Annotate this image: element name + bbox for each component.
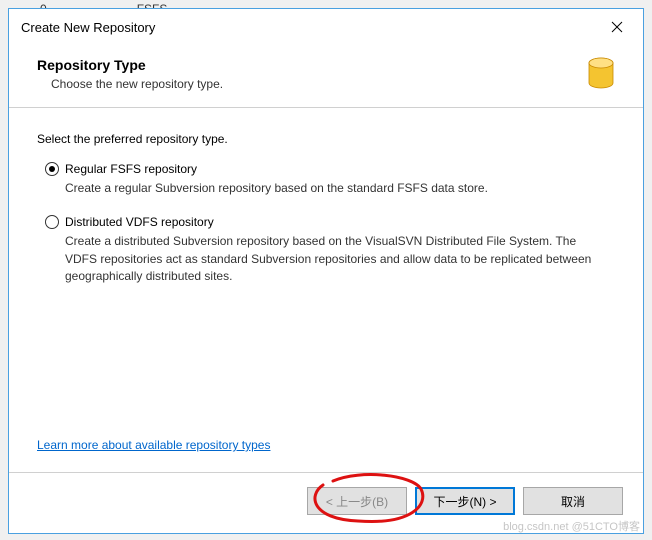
database-icon <box>587 57 615 91</box>
radio-label-vdfs: Distributed VDFS repository <box>65 215 214 229</box>
titlebar: Create New Repository <box>9 9 643 45</box>
radio-fsfs[interactable] <box>45 162 59 176</box>
close-icon <box>611 21 623 33</box>
radio-label-fsfs: Regular FSFS repository <box>65 162 197 176</box>
dialog-title: Create New Repository <box>21 20 155 35</box>
radio-desc-vdfs: Create a distributed Subversion reposito… <box>65 233 605 285</box>
radio-vdfs[interactable] <box>45 215 59 229</box>
learn-more-link[interactable]: Learn more about available repository ty… <box>37 438 270 452</box>
option-fsfs: Regular FSFS repository Create a regular… <box>45 162 615 197</box>
close-button[interactable] <box>601 17 633 37</box>
header-text: Repository Type Choose the new repositor… <box>37 57 223 91</box>
next-button[interactable]: 下一步(N) > <box>415 487 515 515</box>
page-subheading: Choose the new repository type. <box>51 77 223 91</box>
repository-type-radio-group: Regular FSFS repository Create a regular… <box>45 162 615 304</box>
back-button: < 上一步(B) <box>307 487 407 515</box>
option-vdfs: Distributed VDFS repository Create a dis… <box>45 215 615 285</box>
content-area: Select the preferred repository type. Re… <box>9 108 643 472</box>
header-section: Repository Type Choose the new repositor… <box>9 45 643 107</box>
radio-row-vdfs[interactable]: Distributed VDFS repository <box>45 215 615 229</box>
radio-row-fsfs[interactable]: Regular FSFS repository <box>45 162 615 176</box>
footer-buttons: < 上一步(B) 下一步(N) > 取消 <box>9 473 643 533</box>
instruction-text: Select the preferred repository type. <box>37 132 615 146</box>
radio-desc-fsfs: Create a regular Subversion repository b… <box>65 180 605 197</box>
create-repository-dialog: Create New Repository Repository Type Ch… <box>8 8 644 534</box>
cancel-button[interactable]: 取消 <box>523 487 623 515</box>
page-heading: Repository Type <box>37 57 223 73</box>
